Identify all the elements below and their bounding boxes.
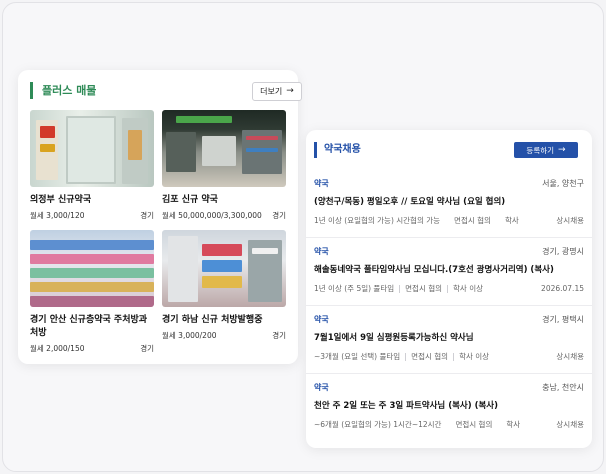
listing-price: 월세 2,000/150 [30,344,85,353]
job-condition: ~3개월 (요일 선택) 풀타임 [314,352,401,361]
job-condition: 학사 [506,420,521,429]
job-condition: ~6개월 (요일협의 가능) 1시간~12시간 [314,420,442,429]
arrow-right-icon: → [558,144,566,155]
job-condition: 면접시 협의 [405,284,443,293]
job-condition: 학사 이상 [459,352,490,361]
listing-region: 경기 [272,331,286,340]
register-button-label: 등록하기 [526,145,555,155]
listing-region: 경기 [140,344,154,353]
pharmacy-jobs-card: 약국채용 등록하기 → 약국 서울, 양천구 (양천구/목동) 평일오후 // … [306,130,592,448]
listing-name: 경기 안산 신규층약국 주처방과처방 [30,315,148,338]
job-condition: 1년 이상 (주 5일) 풀타임 [314,284,395,293]
listing-photo [30,110,154,187]
job-posting[interactable]: 약국 경기, 광명시 해솔동네약국 풀타임약사님 모십니다.(7호선 광명사거리… [306,246,592,306]
job-deadline: 2026.07.15 [541,284,584,293]
listing-photo [162,230,286,307]
job-type: 약국 [314,247,329,256]
plus-listings-title: 플러스 매물 [30,82,96,99]
listing-card[interactable]: 의정부 신규약국 월세 3,000/120 경기 [30,110,154,221]
job-posting[interactable]: 약국 충남, 천안시 천안 주 2일 또는 주 3일 파트약사님 (복사) (복… [306,382,592,442]
listing-price: 월세 50,000,000/3,300,000 [162,211,262,220]
listing-card[interactable]: 경기 안산 신규층약국 주처방과처방 월세 2,000/150 경기 [30,230,154,354]
job-location: 경기, 광명시 [542,247,584,256]
listing-name: 의정부 신규약국 [30,195,92,205]
job-condition: 면접시 협의 [455,420,493,429]
divider [447,284,449,293]
listing-region: 경기 [140,211,154,220]
listing-price: 월세 3,000/120 [30,211,85,220]
plus-listings-card: 플러스 매물 더보기 → 의정부 신규약국 월세 3,000/120 경기 김포 [18,70,302,364]
listing-name: 김포 신규 약국 [162,195,218,205]
job-location: 경기, 평택시 [542,315,584,324]
job-condition: 면접시 협의 [411,352,449,361]
job-title: 7월1일에서 9일 심평원등록가능하신 약사님 [314,333,474,343]
job-status: 상시채용 [556,216,584,225]
job-condition: 1년 이상 (요일협의 가능) 시간협의 가능 [314,216,441,225]
more-button-label: 더보기 [260,87,283,96]
listing-card[interactable]: 김포 신규 약국 월세 50,000,000/3,300,000 경기 [162,110,286,221]
divider [399,284,401,293]
listing-photo [162,110,286,187]
job-posting[interactable]: 약국 서울, 양천구 (양천구/목동) 평일오후 // 토요일 약사님 (요일 … [306,178,592,238]
divider [405,352,407,361]
divider [453,352,455,361]
job-title: 해솔동네약국 풀타임약사님 모십니다.(7호선 광명사거리역) (복사) [314,265,554,275]
job-type: 약국 [314,315,329,324]
job-condition: 면접시 협의 [454,216,491,225]
listing-price: 월세 3,000/200 [162,331,217,340]
job-posting[interactable]: 약국 경기, 평택시 7월1일에서 9일 심평원등록가능하신 약사님 ~3개월 … [306,314,592,374]
job-title: (양천구/목동) 평일오후 // 토요일 약사님 (요일 협의) [314,197,506,207]
register-button[interactable]: 등록하기 → [514,142,578,158]
job-type: 약국 [314,383,329,392]
job-status: 상시채용 [556,420,584,429]
arrow-right-icon: → [286,86,294,96]
more-button[interactable]: 더보기 → [252,82,302,101]
job-status: 상시채용 [556,352,584,361]
listing-name: 경기 하남 신규 처방발행중 [162,315,263,325]
job-condition: 학사 [504,216,519,225]
pharmacy-jobs-title: 약국채용 [314,142,361,158]
listing-card[interactable]: 경기 하남 신규 처방발행중 월세 3,000/200 경기 [162,230,286,341]
job-location: 서울, 양천구 [542,179,584,188]
job-type: 약국 [314,179,329,188]
listing-region: 경기 [272,211,286,220]
job-condition: 학사 이상 [453,284,484,293]
job-location: 충남, 천안시 [542,383,584,392]
job-title: 천안 주 2일 또는 주 3일 파트약사님 (복사) (복사) [314,401,498,411]
listing-photo [30,230,154,307]
